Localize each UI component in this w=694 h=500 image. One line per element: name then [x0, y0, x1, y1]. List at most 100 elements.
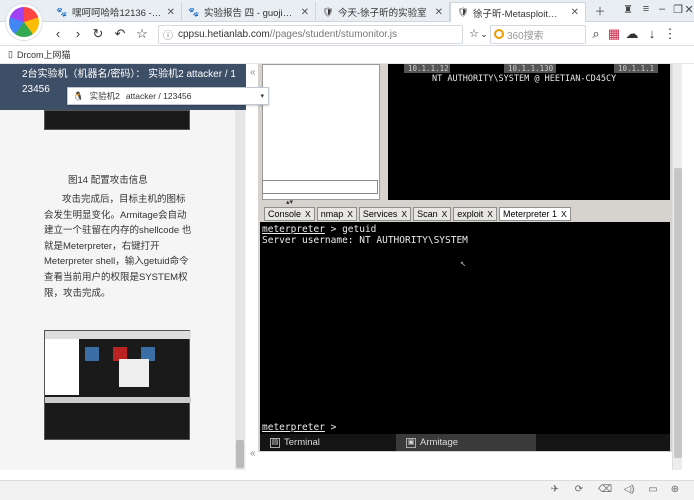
tab-services[interactable]: Services X: [358, 207, 412, 221]
skin-icon[interactable]: ♜: [620, 3, 636, 16]
close-window-icon[interactable]: ✕: [684, 3, 694, 16]
scrollbar-thumb[interactable]: [236, 440, 244, 468]
tooltip-credentials: attacker / 123456: [125, 91, 192, 101]
document-scrollbar[interactable]: [235, 110, 245, 470]
instruction-paragraph: 攻击完成后，目标主机的图标会发生明显变化。Armitage会自动建立一个驻留在内…: [44, 194, 192, 299]
armitage-icon: ▣: [406, 437, 416, 448]
browser-tab-3[interactable]: 🛡 今天-徐子昕的实验室 ✕: [316, 2, 450, 22]
browser-logo-icon[interactable]: [6, 4, 42, 40]
host-label[interactable]: 10.1.1.130: [504, 64, 556, 73]
browser-tab-label: 今天-徐子昕的实验室: [338, 8, 427, 19]
reload-icon[interactable]: ↻: [90, 26, 106, 42]
machine-tooltip: 🐧 实验机2 attacker / 123456 ▾: [67, 87, 269, 105]
page-scrollbar[interactable]: [672, 64, 682, 470]
undo-icon[interactable]: ↶: [112, 26, 128, 42]
shield-icon: 🛡: [457, 7, 469, 17]
browser-status-bar: [0, 480, 694, 500]
taskbar-label: Terminal: [284, 437, 320, 448]
search-box[interactable]: 360搜索: [490, 25, 586, 44]
console-prompt: meterpreter: [262, 422, 325, 433]
collapse-panel-icon[interactable]: «: [250, 448, 256, 459]
search-placeholder: 360搜索: [507, 31, 544, 42]
tab-console[interactable]: Console X: [264, 207, 315, 221]
speed-icon[interactable]: ⟳: [572, 484, 586, 496]
close-tab-icon[interactable]: X: [401, 209, 407, 219]
close-icon[interactable]: ✕: [435, 7, 443, 18]
tab-nmap[interactable]: nmap X: [316, 207, 357, 221]
dropdown-icon[interactable]: ▾: [260, 92, 264, 100]
close-icon[interactable]: ✕: [301, 7, 309, 18]
bookmark-page-icon: ▯: [8, 49, 13, 59]
tab-meterpreter[interactable]: Meterpreter 1 X: [498, 207, 571, 221]
taskbar-armitage[interactable]: ▣ Armitage: [396, 434, 536, 451]
close-icon[interactable]: ✕: [167, 7, 175, 18]
session-caption: NT AUTHORITY\SYSTEM @ HEETIAN-CD45CY: [432, 74, 617, 84]
cloud-icon[interactable]: ☁: [624, 26, 640, 42]
scrollbar-thumb[interactable]: [674, 168, 682, 458]
address-bar[interactable]: ⓘ cppsu.hetianlab.com//pages/student/stu…: [158, 25, 463, 44]
star-icon[interactable]: ☆: [134, 26, 150, 42]
collapse-panel-icon[interactable]: «: [250, 67, 256, 78]
console-command: > getuid: [324, 224, 377, 235]
console-line: meterpreter > getuid: [262, 224, 668, 235]
apps-icon[interactable]: ▦: [606, 26, 622, 42]
meterpreter-console[interactable]: meterpreter > getuid Server username: NT…: [260, 222, 670, 434]
bookmark-item[interactable]: Drcom上网猫: [17, 48, 71, 61]
browser-tab-1[interactable]: 🐾 嘿呵呵哈哈12136 - 博客园 ✕: [50, 2, 182, 22]
host-label[interactable]: 10.1.1.1: [614, 64, 658, 73]
tab-label: Services: [362, 209, 398, 219]
browser-tab-label: 嘿呵呵哈哈12136 - 博客园: [72, 8, 163, 19]
console-input-line[interactable]: meterpreter >: [262, 422, 336, 433]
forward-icon[interactable]: ›: [70, 26, 86, 42]
close-tab-icon[interactable]: X: [561, 209, 567, 219]
close-tab-icon[interactable]: X: [487, 209, 493, 219]
window-icon[interactable]: ▭: [646, 484, 660, 496]
minimize-icon[interactable]: –: [654, 3, 670, 15]
tab-label: nmap: [320, 209, 344, 219]
search-icon[interactable]: ⌕: [588, 26, 604, 42]
remote-taskbar: ▤ Terminal ▣ Armitage: [260, 434, 670, 451]
close-tab-icon[interactable]: X: [305, 209, 311, 219]
volume-icon[interactable]: ◁): [622, 484, 636, 496]
module-search-input[interactable]: [262, 180, 378, 194]
tab-exploit[interactable]: exploit X: [453, 207, 497, 221]
thumbnail-titlebar: [45, 331, 191, 339]
figure-caption: 图14 配置攻击信息: [68, 175, 148, 186]
close-tab-icon[interactable]: X: [347, 209, 353, 219]
taskbar-terminal[interactable]: ▤ Terminal: [260, 434, 396, 451]
mouse-cursor-icon: ↖: [460, 258, 467, 269]
url-host: cppsu.hetianlab.com: [178, 29, 270, 40]
paw-icon: 🐾: [56, 6, 68, 17]
tooltip-machine: 实验机2: [89, 91, 120, 101]
pin-icon[interactable]: ✈: [548, 484, 562, 496]
armitage-target-graph[interactable]: 10.1.1.12 10.1.1.130 10.1.1.1 NT AUTHORI…: [388, 64, 670, 200]
thumbnail-host-icon: [85, 347, 99, 361]
armitage-tab-row: Console X nmap X Services X Scan X exploit X …: [264, 207, 571, 221]
back-icon[interactable]: ‹: [50, 26, 66, 42]
tab-scan[interactable]: Scan X: [413, 207, 452, 221]
linux-penguin-icon: 🐧: [73, 90, 84, 101]
close-tab-icon[interactable]: X: [442, 209, 448, 219]
tab-label: Scan: [417, 209, 438, 219]
console-command: >: [324, 422, 337, 433]
host-label[interactable]: 10.1.1.12: [404, 64, 450, 73]
zoom-icon[interactable]: ⊕: [668, 484, 682, 496]
browser-tab-label: 实验报告 四 - guojianpy...: [204, 8, 297, 19]
trash-icon[interactable]: ⌫: [598, 484, 612, 496]
more-menu-icon[interactable]: ⋮: [662, 26, 678, 42]
browser-tab-2[interactable]: 🐾 实验报告 四 - guojianpy... ✕: [182, 2, 316, 22]
tab-label: Meterpreter 1: [502, 209, 557, 219]
console-prompt: meterpreter: [262, 224, 325, 235]
menu-icon[interactable]: ≡: [638, 3, 654, 15]
security-icon: ⓘ: [163, 31, 173, 42]
new-tab-icon[interactable]: ＋: [592, 3, 608, 19]
splitter-arrow-icon[interactable]: ▴▾: [286, 198, 293, 206]
shield-icon: 🛡: [322, 6, 334, 17]
browser-tab-label: 徐子昕-Metasploit攻击win: [473, 8, 567, 20]
figure-15-screenshot: [44, 330, 191, 440]
previous-figure-thumbnail: [44, 110, 190, 130]
download-icon[interactable]: ↓: [644, 26, 660, 42]
machine-info-line: 2台实验机（机器名/密码）： 实验机2 attacker / 1: [22, 69, 236, 80]
close-icon[interactable]: ✕: [571, 7, 579, 18]
browser-tab-4-active[interactable]: 🛡 徐子昕-Metasploit攻击win ✕: [450, 2, 586, 22]
